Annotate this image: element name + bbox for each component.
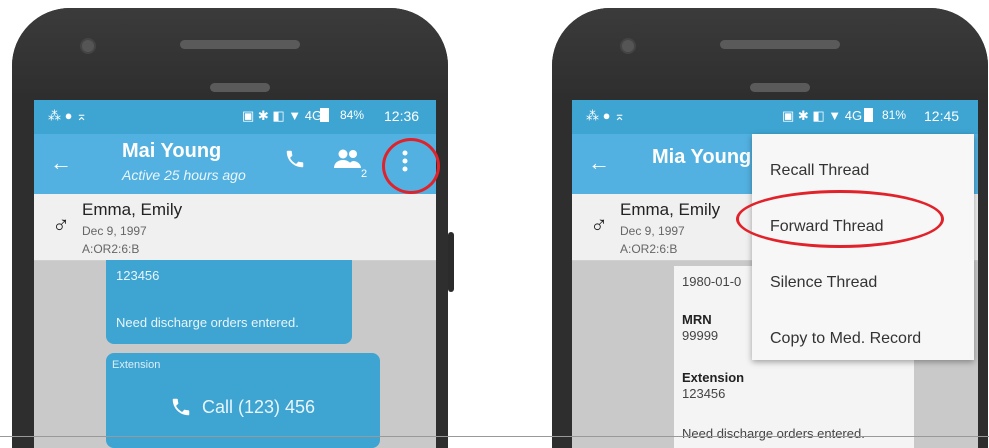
right-phone: ⁂ ● ⌅ ▣ ✱ ◧ ▼ 4G 81% 12:45 ← Mia Young ♂… bbox=[552, 8, 988, 448]
earpiece-speaker bbox=[720, 40, 840, 49]
menu-item-copy-to-med-record[interactable]: Copy to Med. Record bbox=[770, 330, 921, 348]
notification-icons: ⁂ ● ⌅ bbox=[48, 108, 87, 123]
extension-label: Extension bbox=[112, 359, 161, 371]
phone-call-icon[interactable] bbox=[284, 148, 306, 176]
extension-value: 123456 bbox=[682, 386, 726, 401]
extension-label: Extension bbox=[682, 370, 745, 385]
left-screen: ⁂ ● ⌅ ▣ ✱ ◧ ▼ 4G 84% 12:36 ← Mai Young A… bbox=[34, 100, 436, 448]
back-arrow-icon[interactable]: ← bbox=[50, 150, 72, 176]
patient-name: Emma, Emily bbox=[620, 200, 721, 219]
message-text: Need discharge orders entered. bbox=[116, 315, 299, 330]
system-icons: ▣ ✱ ◧ ▼ 4G bbox=[242, 108, 323, 123]
back-arrow-icon[interactable]: ← bbox=[588, 150, 610, 176]
status-bar: ⁂ ● ⌅ ▣ ✱ ◧ ▼ 4G 81% 12:45 bbox=[572, 100, 978, 134]
system-icons: ▣ ✱ ◧ ▼ 4G bbox=[782, 108, 863, 123]
clock: 12:45 bbox=[924, 108, 960, 124]
menu-item-recall-thread[interactable]: Recall Thread bbox=[770, 162, 869, 180]
male-gender-icon: ♂ bbox=[590, 212, 608, 239]
participants-icon[interactable] bbox=[334, 148, 362, 176]
clock: 12:36 bbox=[384, 108, 420, 124]
participants-count: 2 bbox=[361, 168, 368, 180]
patient-dob: Dec 9, 1997 bbox=[620, 224, 685, 238]
patient-header[interactable]: ♂ Emma, Emily Dec 9, 1997 A:OR2:6:B bbox=[34, 194, 436, 261]
left-phone: ⁂ ● ⌅ ▣ ✱ ◧ ▼ 4G 84% 12:36 ← Mai Young A… bbox=[12, 8, 448, 448]
left-phone-side-button bbox=[448, 232, 454, 292]
card-message-text: Need discharge orders entered. bbox=[682, 426, 865, 441]
sensor-bar bbox=[210, 83, 270, 92]
forward-thread-highlight bbox=[736, 190, 944, 248]
menu-item-silence-thread[interactable]: Silence Thread bbox=[770, 274, 877, 292]
patient-location: A:OR2:6:B bbox=[82, 242, 140, 256]
patient-name: Emma, Emily bbox=[82, 200, 183, 219]
message-number: 123456 bbox=[116, 268, 160, 283]
front-camera bbox=[620, 38, 636, 54]
active-status: Active 25 hours ago bbox=[122, 167, 246, 183]
battery-icon bbox=[864, 108, 873, 122]
status-bar: ⁂ ● ⌅ ▣ ✱ ◧ ▼ 4G 84% 12:36 bbox=[34, 100, 436, 134]
patient-dob: Dec 9, 1997 bbox=[82, 224, 147, 238]
sensor-bar bbox=[750, 83, 810, 92]
app-bar: ← Mai Young Active 25 hours ago 2 bbox=[34, 134, 436, 194]
battery-level: 84% bbox=[340, 108, 365, 122]
male-gender-icon: ♂ bbox=[52, 212, 70, 239]
overflow-menu-highlight bbox=[382, 138, 440, 194]
call-phone-icon bbox=[170, 396, 192, 421]
mrn-label: MRN bbox=[682, 312, 712, 327]
mrn-value: 99999 bbox=[682, 328, 719, 343]
right-screen: ⁂ ● ⌅ ▣ ✱ ◧ ▼ 4G 81% 12:45 ← Mia Young ♂… bbox=[572, 100, 978, 448]
conversation-title: Mia Young bbox=[652, 146, 752, 168]
patient-location: A:OR2:6:B bbox=[620, 242, 678, 256]
extension-bubble[interactable]: Extension Call (123) 456 bbox=[106, 353, 380, 448]
battery-icon bbox=[320, 108, 329, 122]
notification-icons: ⁂ ● ⌅ bbox=[586, 108, 625, 123]
battery-level: 81% bbox=[882, 108, 907, 122]
call-link[interactable]: Call (123) 456 bbox=[202, 397, 315, 418]
conversation-title: Mai Young bbox=[122, 140, 222, 162]
card-date: 1980-01-0 bbox=[682, 274, 742, 289]
message-bubble[interactable]: 123456 Need discharge orders entered. bbox=[106, 260, 352, 344]
front-camera bbox=[80, 38, 96, 54]
earpiece-speaker bbox=[180, 40, 300, 49]
